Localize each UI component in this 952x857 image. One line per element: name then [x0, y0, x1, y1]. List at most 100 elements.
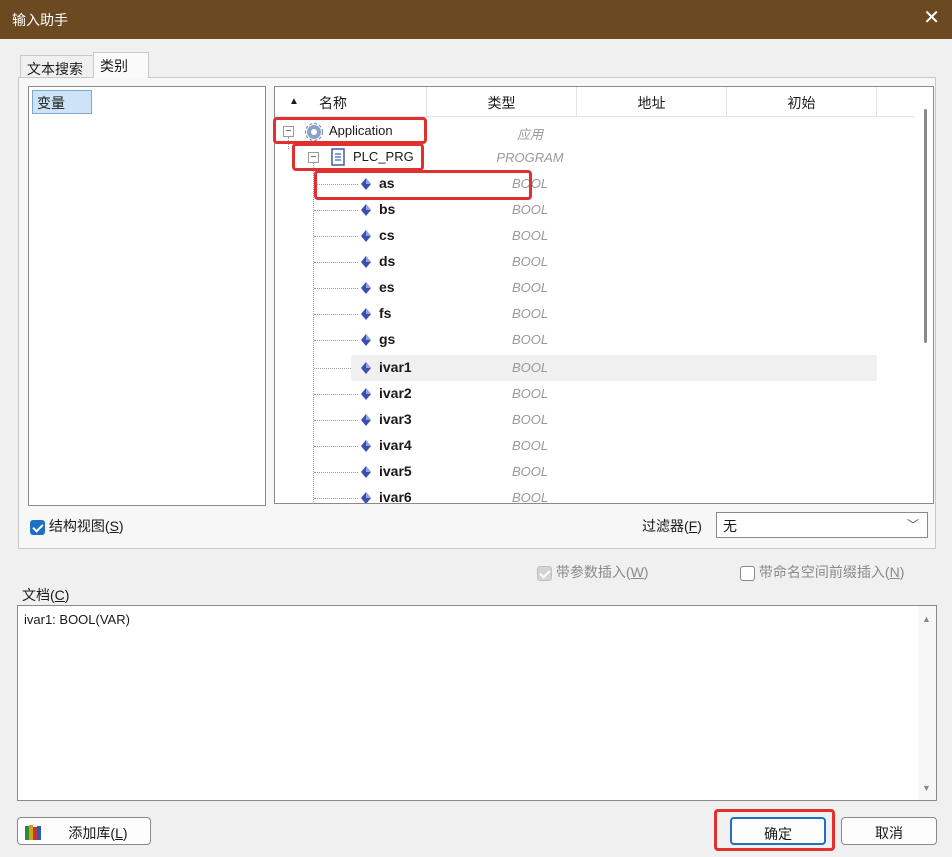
ok-button[interactable]: 确定 — [730, 817, 826, 845]
tree-row-variable[interactable]: ivar6 BOOL — [275, 485, 915, 504]
column-name[interactable]: 名称 — [275, 87, 427, 117]
library-books-icon — [24, 823, 42, 844]
variable-name: gs — [379, 331, 396, 347]
variable-icon — [360, 465, 372, 482]
documentation-scrollbar[interactable]: ▲ ▼ — [918, 606, 936, 800]
insert-with-ns-accel-close: ) — [899, 564, 905, 580]
filter-select[interactable]: 无 ﹀ — [716, 512, 928, 538]
insert-with-ns-option: 带命名空间前缀插入(N) — [740, 562, 904, 582]
tree-connector — [314, 288, 358, 289]
variable-icon — [360, 203, 372, 220]
tree-connector — [314, 236, 358, 237]
insert-with-args-checkbox — [537, 565, 552, 581]
variable-name: ivar3 — [379, 411, 412, 427]
tree-node-type: 应用 — [516, 127, 543, 142]
tree-connector — [314, 262, 358, 263]
filter-label: 过滤器 — [642, 518, 684, 534]
variable-type: BOOL — [511, 228, 549, 243]
variable-type: BOOL — [511, 438, 549, 453]
tree-row-variable[interactable]: es BOOL — [275, 275, 915, 301]
tree-row-variable[interactable]: cs BOOL — [275, 223, 915, 249]
variable-name: fs — [379, 305, 392, 321]
tree-connector — [314, 420, 358, 421]
variable-name: ivar2 — [379, 385, 412, 401]
tree-connector — [314, 340, 358, 341]
variable-type: BOOL — [511, 202, 549, 217]
tab-text-search[interactable]: 文本搜索 — [20, 55, 94, 78]
variable-type: BOOL — [511, 254, 549, 269]
variable-type: BOOL — [511, 332, 549, 347]
insert-with-args-accel-close: ) — [643, 564, 649, 580]
highlight-application — [273, 117, 427, 144]
close-icon[interactable]: ✕ — [923, 8, 940, 28]
variable-type: BOOL — [511, 386, 549, 401]
category-list: 变量 — [28, 86, 266, 506]
tab-category[interactable]: 类别 — [93, 52, 149, 78]
variable-name: ivar4 — [379, 437, 412, 453]
documentation-accel-close: ) — [64, 587, 70, 603]
variable-name: bs — [379, 201, 396, 217]
structure-view-label: 结构视图 — [48, 518, 105, 534]
structure-view-accel-close: ) — [118, 518, 124, 534]
variable-type: BOOL — [511, 412, 549, 427]
tree-connector — [314, 394, 358, 395]
insert-with-ns-accel: N — [889, 564, 900, 580]
highlight-variable-as — [314, 170, 532, 200]
scroll-down-icon[interactable]: ▼ — [922, 783, 931, 793]
add-library-accel-close: ) — [122, 825, 128, 841]
tree-connector — [314, 446, 358, 447]
structure-view-accel: S — [109, 518, 119, 534]
tree-row-variable[interactable]: ivar4 BOOL — [275, 433, 915, 459]
column-type[interactable]: 类型 — [427, 87, 577, 117]
insert-with-args-label: 带参数插入 — [555, 564, 626, 580]
tree-row-variable[interactable]: ds BOOL — [275, 249, 915, 275]
variable-name: ds — [379, 253, 396, 269]
tree-row-variable[interactable]: ivar3 BOOL — [275, 407, 915, 433]
tree-row-variable[interactable]: gs BOOL — [275, 327, 915, 353]
column-initial[interactable]: 初始 — [727, 87, 877, 117]
variable-name: ivar5 — [379, 463, 412, 479]
filter-value: 无 — [723, 518, 737, 534]
documentation-textbox[interactable]: ivar1: BOOL(VAR) ▲ ▼ — [17, 605, 937, 801]
variable-type: BOOL — [511, 360, 549, 375]
filter-accel: F — [688, 518, 698, 534]
documentation-accel: C — [54, 587, 65, 603]
tree-row-variable[interactable]: fs BOOL — [275, 301, 915, 327]
scroll-up-icon[interactable]: ▲ — [922, 614, 931, 624]
add-library-accel: L — [115, 825, 123, 841]
tree-connector — [314, 210, 358, 211]
window-title: 输入助手 — [12, 12, 68, 28]
documentation-text: ivar1: BOOL(VAR) — [24, 612, 130, 627]
title-bar: 输入助手 ✕ — [0, 0, 952, 39]
column-address[interactable]: 地址 — [577, 87, 727, 117]
variable-icon — [360, 439, 372, 456]
tree-scrollbar[interactable] — [924, 109, 927, 343]
tree-connector — [314, 472, 358, 473]
insert-with-ns-label: 带命名空间前缀插入 — [758, 564, 885, 580]
highlight-plc-prg — [292, 143, 424, 171]
variable-icon — [360, 491, 372, 503]
variable-icon — [360, 281, 372, 298]
tree-row-variable[interactable]: bs BOOL — [275, 197, 915, 223]
variable-name: ivar1 — [379, 359, 412, 375]
add-library-button[interactable]: 添加库(L) — [17, 817, 151, 845]
filter-label-group: 过滤器(F) — [642, 516, 702, 536]
category-item-variable[interactable]: 变量 — [32, 90, 92, 114]
variable-name: cs — [379, 227, 395, 243]
variable-type: BOOL — [511, 280, 549, 295]
cancel-button[interactable]: 取消 — [841, 817, 937, 845]
structure-view-option[interactable]: 结构视图(S) — [30, 516, 124, 536]
tree-row-variable[interactable]: ivar2 BOOL — [275, 381, 915, 407]
variable-name: ivar6 — [379, 489, 412, 504]
variable-icon — [360, 387, 372, 404]
structure-view-checkbox[interactable] — [30, 519, 45, 535]
tree-connector — [314, 314, 358, 315]
tree-connector — [314, 368, 351, 369]
tree-row-variable[interactable]: ivar5 BOOL — [275, 459, 915, 485]
tree-row-variable-selected[interactable]: ivar1 BOOL — [351, 355, 877, 381]
insert-with-ns-checkbox — [740, 565, 755, 581]
variable-name: es — [379, 279, 395, 295]
variable-icon — [360, 333, 372, 350]
variable-icon — [360, 307, 372, 324]
variable-icon — [360, 229, 372, 246]
